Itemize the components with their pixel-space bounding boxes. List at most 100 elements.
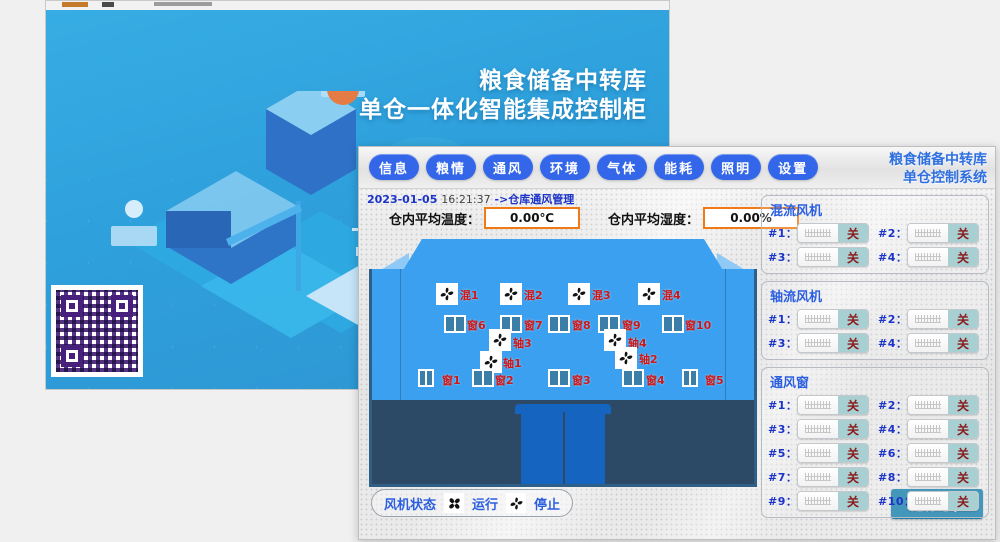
window-label-1: 窗1	[442, 374, 461, 387]
qr-finder-bottom-left	[61, 345, 83, 367]
toggle-state-label: 关	[948, 248, 978, 266]
control-column: 混流风机 #1：关 #2：关 #3：关 #4：关轴流风机 #1：关 #2：关 #3：关 #4：关…	[761, 195, 989, 533]
window-icon-8[interactable]	[548, 315, 570, 333]
toggle-state-label: 关	[948, 334, 978, 352]
toggle-switch-ventilation-window-9[interactable]: 关	[797, 491, 869, 511]
axial-fan-label-3: 轴3	[513, 337, 532, 350]
toggle-state-label: 关	[838, 310, 868, 328]
system-brand-title: 粮食储备中转库 单仓控制系统	[889, 151, 987, 187]
control-row: #5： 关 #6： 关	[768, 443, 982, 463]
toggle-switch-ventilation-window-2[interactable]: 关	[907, 395, 979, 415]
toggle-state-label: 关	[948, 444, 978, 462]
window-icon-6[interactable]	[444, 315, 466, 333]
warehouse-door	[515, 404, 611, 484]
tab-7[interactable]: 照明	[711, 154, 762, 180]
toggle-knob	[908, 224, 948, 242]
avg-temperature-value: 0.00℃	[484, 207, 581, 229]
toggle-switch-mixed-flow-fan-2[interactable]: 关	[907, 223, 979, 243]
device-number-label: #8：	[878, 471, 908, 484]
control-cell-ventilation-window-5: #5： 关	[768, 443, 872, 463]
tab-6[interactable]: 能耗	[654, 154, 705, 180]
tab-3[interactable]: 通风	[483, 154, 534, 180]
toggle-knob	[798, 334, 838, 352]
tab-8[interactable]: 设置	[768, 154, 819, 180]
avg-temperature-readout: 仓内平均温度： 0.00℃	[389, 207, 581, 229]
toggle-switch-ventilation-window-10[interactable]: 关	[907, 491, 979, 511]
toggle-state-label: 关	[838, 248, 868, 266]
toggle-switch-axial-flow-fan-3[interactable]: 关	[797, 333, 869, 353]
control-cell-mixed-flow-fan-4: #4： 关	[878, 247, 982, 267]
toggle-switch-ventilation-window-5[interactable]: 关	[797, 443, 869, 463]
mixed-fan-icon-4[interactable]	[638, 283, 660, 305]
mixed-fan-icon-2[interactable]	[500, 283, 522, 305]
status-time: 16:21:37	[441, 193, 491, 206]
toggle-knob	[908, 396, 948, 414]
tab-5[interactable]: 气体	[597, 154, 648, 180]
window-icon-5[interactable]	[682, 369, 698, 387]
fan-status-legend: 风机状态 运行 停止	[371, 489, 574, 517]
axial-fan-icon-2[interactable]	[615, 347, 637, 369]
toggle-knob	[908, 334, 948, 352]
promo-title: 粮食储备中转库 单仓一体化智能集成控制柜	[359, 67, 647, 125]
toggle-switch-mixed-flow-fan-4[interactable]: 关	[907, 247, 979, 267]
toggle-knob	[908, 492, 948, 510]
window-icon-2[interactable]	[472, 369, 494, 387]
control-cell-ventilation-window-2: #2： 关	[878, 395, 982, 415]
device-number-label: #9：	[768, 495, 798, 508]
window-icon-4[interactable]	[622, 369, 644, 387]
toggle-switch-axial-flow-fan-2[interactable]: 关	[907, 309, 979, 329]
toggle-switch-ventilation-window-6[interactable]: 关	[907, 443, 979, 463]
toggle-knob	[798, 468, 838, 486]
toggle-knob	[908, 248, 948, 266]
device-number-label: #1：	[768, 313, 798, 326]
brand-line-1: 粮食储备中转库	[889, 152, 987, 168]
brand-line-2: 单仓控制系统	[903, 170, 987, 187]
mixed-fan-icon-1[interactable]	[436, 283, 458, 305]
promo-top-strip	[46, 1, 669, 10]
toggle-switch-mixed-flow-fan-1[interactable]: 关	[797, 223, 869, 243]
device-number-label: #6：	[878, 447, 908, 460]
tab-2[interactable]: 粮情	[426, 154, 477, 180]
device-number-label: #2：	[878, 313, 908, 326]
toggle-switch-ventilation-window-3[interactable]: 关	[797, 419, 869, 439]
promo-strip-mark-1	[62, 2, 88, 7]
control-cell-axial-flow-fan-1: #1： 关	[768, 309, 872, 329]
toggle-switch-ventilation-window-7[interactable]: 关	[797, 467, 869, 487]
avg-humidity-label: 仓内平均湿度：	[608, 212, 700, 228]
window-label-6: 窗6	[467, 319, 486, 332]
window-icon-1[interactable]	[418, 369, 434, 387]
toggle-switch-ventilation-window-8[interactable]: 关	[907, 467, 979, 487]
window-icon-10[interactable]	[662, 315, 684, 333]
fan-running-icon	[444, 493, 465, 513]
control-row: #3： 关 #4： 关	[768, 419, 982, 439]
control-cell-mixed-flow-fan-3: #3： 关	[768, 247, 872, 267]
axial-fan-icon-3[interactable]	[489, 329, 511, 351]
toggle-state-label: 关	[948, 224, 978, 242]
window-icon-3[interactable]	[548, 369, 570, 387]
mixed-fan-icon-3[interactable]	[568, 283, 590, 305]
toggle-switch-axial-flow-fan-4[interactable]: 关	[907, 333, 979, 353]
control-row: #9： 关 #10： 关	[768, 491, 982, 511]
device-number-label: #1：	[768, 399, 798, 412]
toggle-switch-ventilation-window-1[interactable]: 关	[797, 395, 869, 415]
toggle-switch-mixed-flow-fan-3[interactable]: 关	[797, 247, 869, 267]
window-label-10: 窗10	[685, 319, 712, 332]
device-number-label: #3：	[768, 337, 798, 350]
control-cell-ventilation-window-7: #7： 关	[768, 467, 872, 487]
promo-strip-mark-2	[102, 2, 114, 7]
device-number-label: #5：	[768, 447, 798, 460]
warehouse-walls: 混1 混2 混3 混4 窗6 窗7 窗8 窗9 窗10 轴3 轴4 轴1 轴2 窗1 窗2 窗3 窗4 窗5	[369, 269, 757, 487]
legend-stopped-label: 停止	[534, 497, 561, 513]
mixed-fan-label-2: 混2	[524, 289, 543, 302]
tab-1[interactable]: 信息	[369, 154, 420, 180]
toggle-state-label: 关	[948, 468, 978, 486]
device-number-label: #3：	[768, 251, 798, 264]
control-group-mixed-flow-fan: 混流风机 #1： 关 #2： 关 #3： 关 #4： 关	[761, 195, 989, 274]
toggle-switch-ventilation-window-4[interactable]: 关	[907, 419, 979, 439]
toggle-switch-axial-flow-fan-1[interactable]: 关	[797, 309, 869, 329]
tab-4[interactable]: 环境	[540, 154, 591, 180]
toggle-knob	[798, 492, 838, 510]
device-number-label: #7：	[768, 471, 798, 484]
mixed-fan-label-3: 混3	[592, 289, 611, 302]
toggle-state-label: 关	[838, 444, 868, 462]
